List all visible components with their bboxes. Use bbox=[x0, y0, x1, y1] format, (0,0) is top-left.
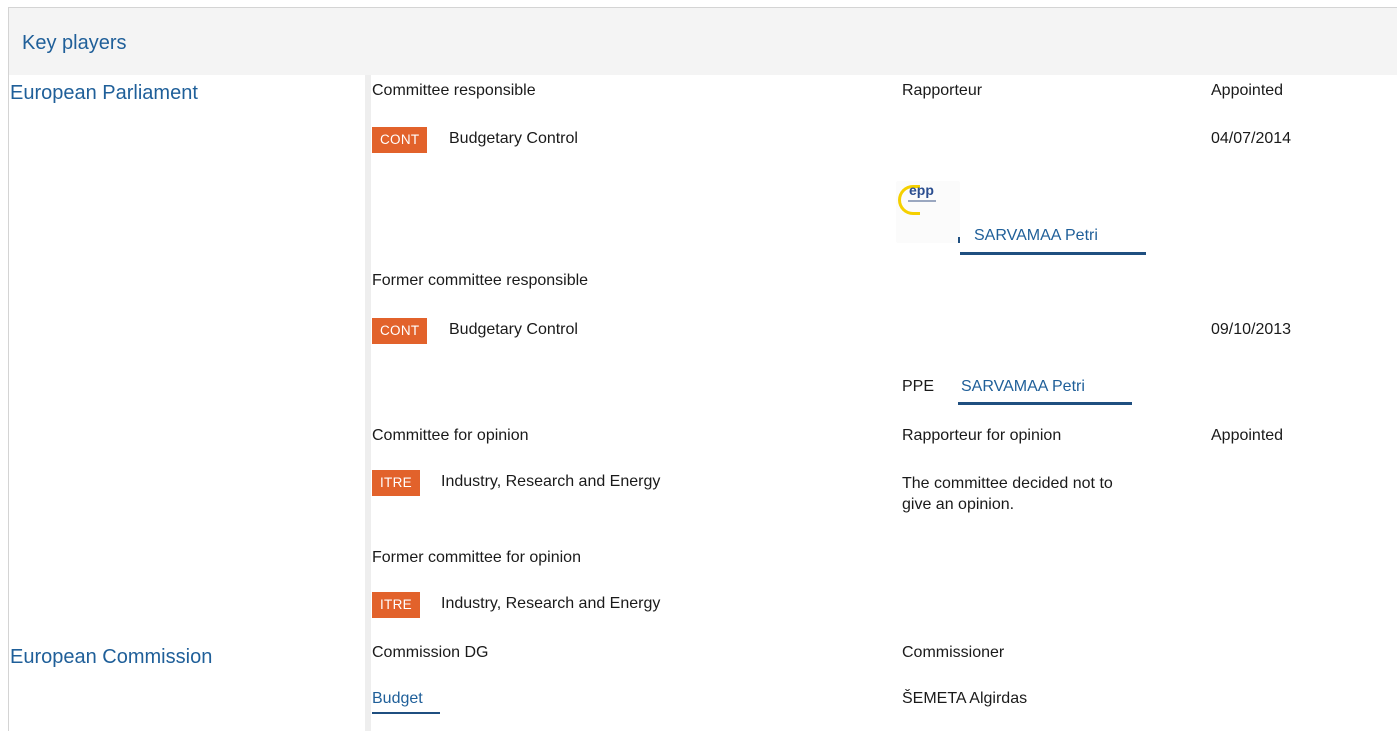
commission-dg-label: Commission DG bbox=[372, 644, 489, 661]
panel-title: Key players bbox=[22, 32, 127, 54]
column-divider bbox=[365, 75, 371, 731]
former-committee-name: Budgetary Control bbox=[449, 321, 578, 338]
commission-dg-underline bbox=[372, 712, 440, 714]
section-title-commission: European Commission bbox=[10, 646, 213, 668]
epp-logo-tick bbox=[958, 237, 960, 243]
rapporteur-link-underline bbox=[960, 252, 1146, 255]
former-appointed-date: 09/10/2013 bbox=[1211, 321, 1292, 338]
former-committee-label: Former committee responsible bbox=[372, 272, 589, 289]
former-opinion-tag-itre: ITRE bbox=[372, 592, 420, 618]
opinion-note: The committee decided not to give an opi… bbox=[902, 475, 1113, 513]
panel-header: Key players bbox=[8, 7, 1397, 75]
epp-logo-text: epp bbox=[909, 182, 934, 198]
rapporteur-opinion-label: Rapporteur for opinion bbox=[902, 427, 1062, 444]
former-opinion-label: Former committee for opinion bbox=[372, 549, 581, 566]
commission-dg-link[interactable]: Budget bbox=[372, 690, 423, 708]
epp-logo-line bbox=[908, 200, 936, 202]
rapporteur-link[interactable]: SARVAMAA Petri bbox=[974, 227, 1098, 245]
section-title-parliament: European Parliament bbox=[10, 82, 198, 104]
appointed-opinion-label: Appointed bbox=[1211, 427, 1284, 444]
committee-tag-itre: ITRE bbox=[372, 470, 420, 496]
committee-name-cont: Budgetary Control bbox=[449, 130, 578, 147]
former-rapporteur-link[interactable]: SARVAMAA Petri bbox=[961, 378, 1085, 396]
commissioner-label: Commissioner bbox=[902, 644, 1005, 661]
former-rapporteur-group: PPE bbox=[902, 378, 935, 395]
former-rapporteur-underline bbox=[958, 402, 1132, 405]
committee-opinion-label: Committee for opinion bbox=[372, 427, 529, 444]
key-players-panel bbox=[8, 7, 1397, 731]
committee-name-itre: Industry, Research and Energy bbox=[441, 473, 661, 490]
appointed-label: Appointed bbox=[1211, 82, 1284, 99]
rapporteur-label: Rapporteur bbox=[902, 82, 983, 99]
appointed-date: 04/07/2014 bbox=[1211, 130, 1292, 147]
former-opinion-name: Industry, Research and Energy bbox=[441, 595, 661, 612]
committee-tag-cont: CONT bbox=[372, 127, 428, 153]
commissioner-name: ŠEMETA Algirdas bbox=[902, 690, 1028, 707]
epp-logo-icon: epp bbox=[896, 181, 960, 243]
committee-responsible-label: Committee responsible bbox=[372, 82, 536, 99]
former-committee-tag-cont: CONT bbox=[372, 318, 428, 344]
